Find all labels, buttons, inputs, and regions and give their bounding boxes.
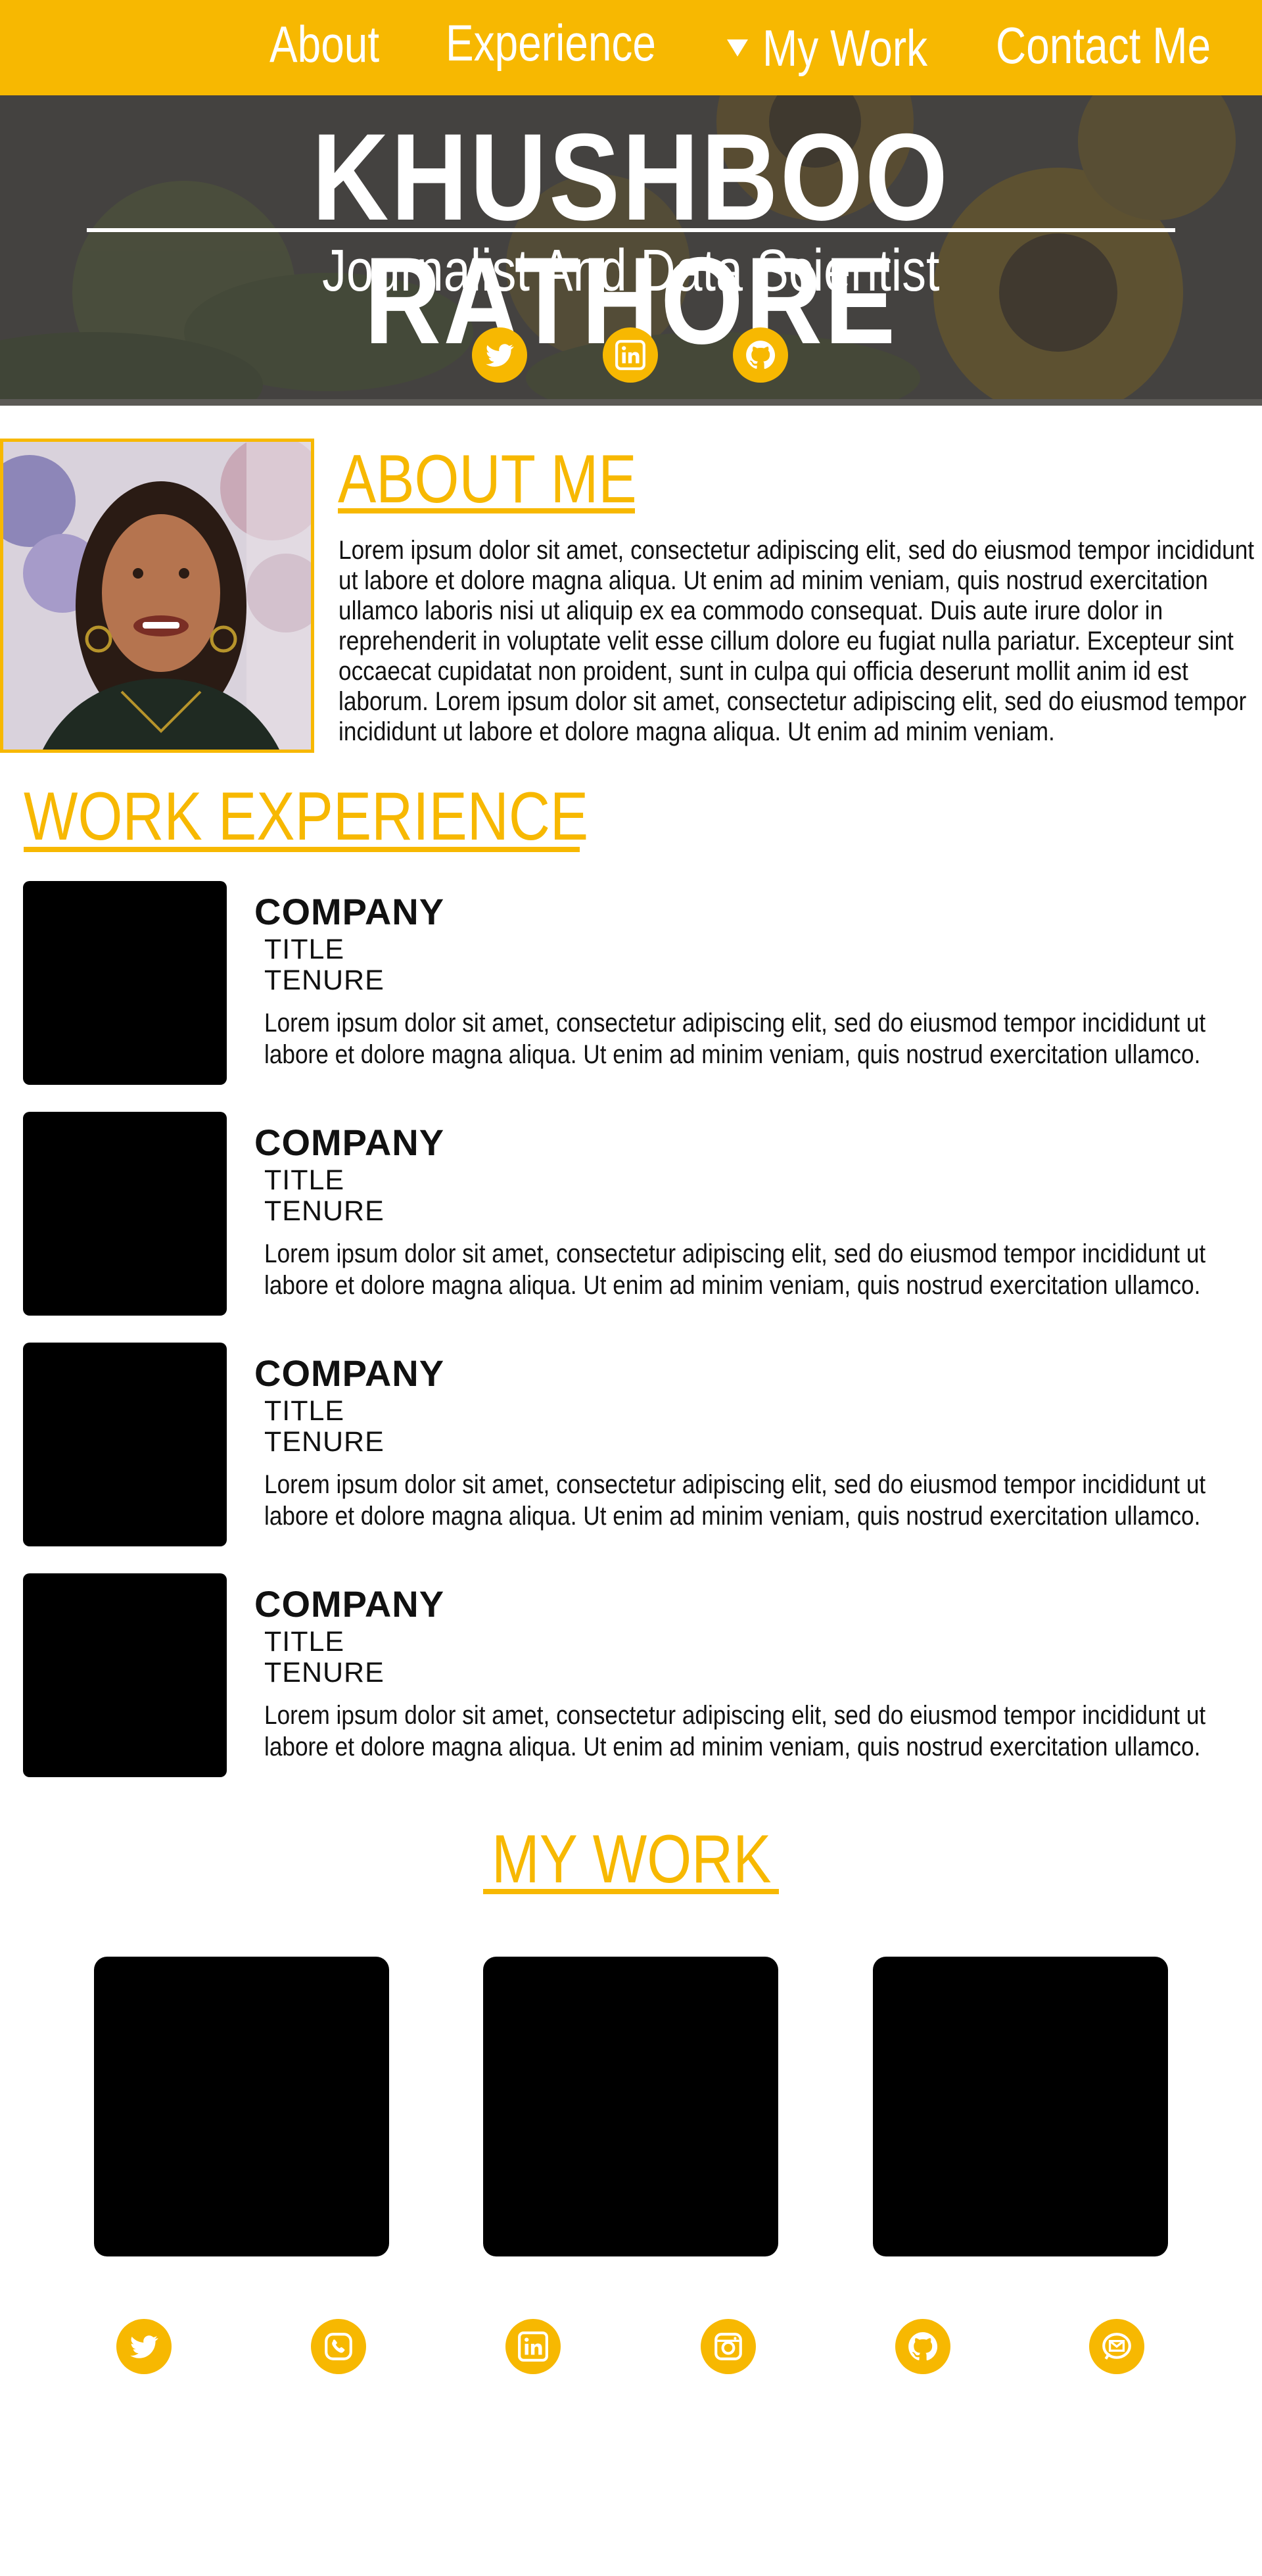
my-work-heading-underline [483, 1889, 779, 1894]
work-experience-heading: WORK EXPERIENCE [24, 778, 589, 855]
about-body-text: Lorem ipsum dolor sit amet, consectetur … [339, 536, 1255, 746]
company-logo-placeholder [23, 1112, 227, 1316]
work-experience-heading-underline [24, 847, 580, 852]
job-tenure: TENURE [264, 965, 385, 996]
nav-my-work-link[interactable]: My Work [762, 22, 927, 74]
company-name: COMPANY [254, 1583, 445, 1625]
portrait-image [3, 442, 311, 750]
job-description: Lorem ipsum dolor sit amet, consectetur … [264, 1009, 1206, 1069]
about-heading: ABOUT ME [338, 441, 637, 517]
hero-banner: KHUSHBOO RATHORE Journalist And Data Sci… [0, 95, 1262, 406]
job-description: Lorem ipsum dolor sit amet, consectetur … [264, 1470, 1206, 1531]
job-title: TITLE [264, 934, 345, 965]
company-name: COMPANY [254, 1352, 445, 1394]
work-project-card[interactable] [94, 1957, 389, 2256]
hero-title-divider [87, 228, 1175, 232]
job-title: TITLE [264, 1626, 345, 1658]
linkedin-icon[interactable] [505, 2319, 561, 2374]
company-logo-placeholder [23, 881, 227, 1085]
twitter-icon[interactable] [472, 327, 527, 383]
job-tenure: TENURE [264, 1195, 385, 1227]
work-project-card[interactable] [873, 1957, 1168, 2256]
my-work-heading: MY WORK [492, 1821, 772, 1897]
caret-down-icon[interactable] [727, 39, 748, 57]
profile-photo [0, 439, 314, 753]
company-logo-placeholder [23, 1343, 227, 1546]
about-heading-underline [338, 508, 635, 513]
company-name: COMPANY [254, 1122, 445, 1163]
company-logo-placeholder [23, 1573, 227, 1777]
job-description: Lorem ipsum dolor sit amet, consectetur … [264, 1701, 1206, 1761]
job-description: Lorem ipsum dolor sit amet, consectetur … [264, 1239, 1206, 1300]
hero-bottom-edge [0, 399, 1262, 406]
job-title: TITLE [264, 1164, 345, 1196]
hero-subtitle: Journalist And Data Scientist [322, 238, 940, 304]
nav-experience-link[interactable]: Experience [446, 17, 656, 68]
twitter-icon[interactable] [116, 2319, 172, 2374]
github-icon[interactable] [733, 327, 788, 383]
linkedin-icon[interactable] [603, 327, 658, 383]
github-icon[interactable] [895, 2319, 950, 2374]
email-icon[interactable] [1089, 2319, 1144, 2374]
job-tenure: TENURE [264, 1657, 385, 1688]
top-navigation: About Experience My Work Contact Me [0, 0, 1262, 95]
job-title: TITLE [264, 1395, 345, 1427]
company-name: COMPANY [254, 891, 445, 932]
job-tenure: TENURE [264, 1426, 385, 1458]
work-project-card[interactable] [483, 1957, 778, 2256]
nav-about-link[interactable]: About [269, 18, 379, 70]
instagram-icon[interactable] [701, 2319, 756, 2374]
nav-contact-link[interactable]: Contact Me [996, 20, 1211, 71]
phone-icon[interactable] [311, 2319, 366, 2374]
